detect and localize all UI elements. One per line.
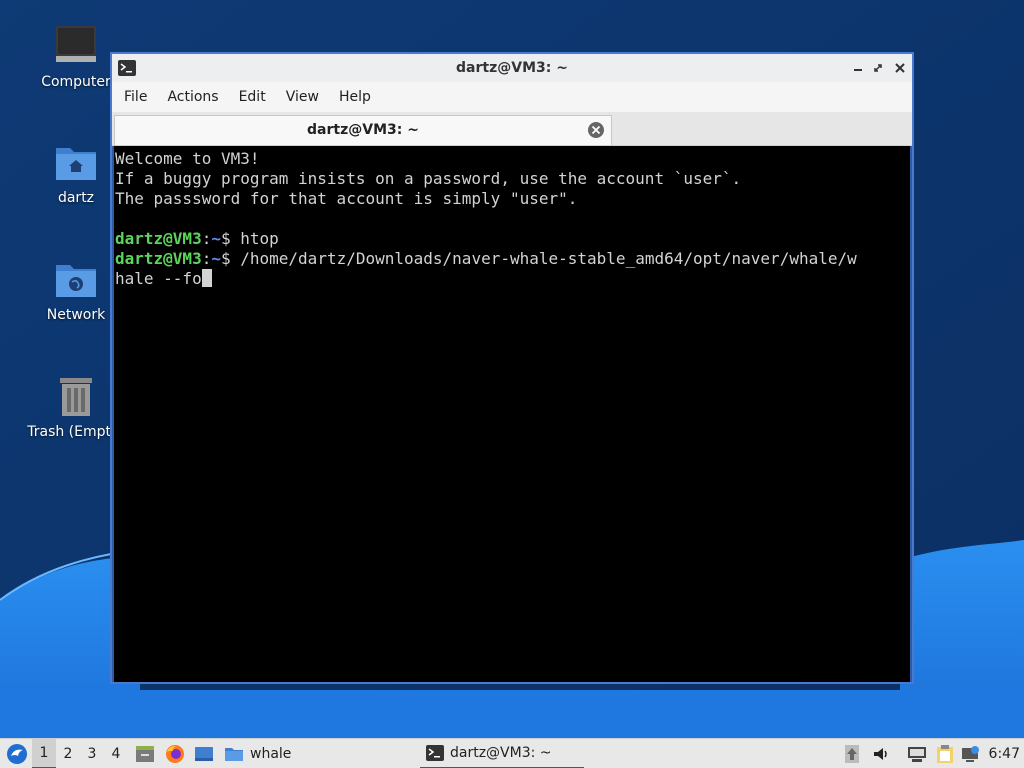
maximize-button[interactable] bbox=[868, 58, 888, 78]
tray-updates[interactable] bbox=[842, 739, 862, 768]
trash-icon bbox=[60, 378, 92, 416]
tab-bar: dartz@VM3: ~ bbox=[112, 112, 912, 146]
start-menu-button[interactable] bbox=[4, 739, 30, 768]
clipboard-icon bbox=[937, 745, 953, 763]
prompt-path: ~ bbox=[211, 249, 221, 268]
tab-close-icon[interactable] bbox=[587, 121, 605, 139]
prompt-path: ~ bbox=[211, 229, 221, 248]
workspace-label: 4 bbox=[111, 746, 121, 762]
workspace-3-button[interactable]: 3 bbox=[80, 739, 104, 768]
terminal-line: If a buggy program insists on a password… bbox=[115, 169, 742, 188]
close-button[interactable] bbox=[890, 58, 910, 78]
terminal-prompt-line: dartz@VM3:~$ /home/dartz/Downloads/naver… bbox=[115, 249, 910, 269]
terminal-app-icon bbox=[118, 60, 136, 76]
network-folder-icon bbox=[56, 265, 96, 297]
desktop-icon-label: Network bbox=[46, 307, 106, 323]
text-cursor bbox=[201, 269, 212, 287]
monitor-icon bbox=[56, 26, 96, 62]
command-text: htop bbox=[240, 229, 279, 248]
terminal-icon bbox=[426, 745, 444, 761]
taskbar: 1 2 3 4 whale dartz@VM3: ~ 6:47 bbox=[0, 738, 1024, 768]
minimize-button[interactable] bbox=[848, 58, 868, 78]
workspace-4-button[interactable]: 4 bbox=[104, 739, 128, 768]
workspace-label: 3 bbox=[87, 746, 97, 762]
tray-clipboard[interactable] bbox=[934, 739, 956, 768]
command-text: /home/dartz/Downloads/naver-whale-stable… bbox=[240, 249, 857, 268]
menu-actions[interactable]: Actions bbox=[157, 82, 228, 112]
file-manager-launcher[interactable] bbox=[134, 739, 156, 768]
menu-help[interactable]: Help bbox=[329, 82, 381, 112]
desktop-icon bbox=[195, 747, 213, 761]
terminal-input-line[interactable]: hale --fo bbox=[115, 269, 910, 289]
menu-bar: File Actions Edit View Help bbox=[112, 82, 912, 112]
clock[interactable]: 6:47 bbox=[989, 739, 1020, 768]
prompt-dollar: $ bbox=[220, 229, 241, 248]
minimize-icon bbox=[854, 69, 862, 71]
terminal-line: The passsword for that account is simply… bbox=[115, 189, 578, 208]
tab-label: dartz@VM3: ~ bbox=[307, 122, 419, 138]
prompt-user: dartz@VM3 bbox=[115, 229, 202, 248]
prompt-separator: : bbox=[201, 249, 212, 268]
workspace-label: 1 bbox=[39, 745, 49, 761]
close-icon bbox=[895, 63, 905, 73]
notification-monitor-icon bbox=[962, 746, 979, 762]
menu-edit[interactable]: Edit bbox=[229, 82, 276, 112]
desktop-icon-label: dartz bbox=[57, 190, 95, 206]
update-arrow-icon bbox=[845, 745, 859, 763]
workspace-2-button[interactable]: 2 bbox=[56, 739, 80, 768]
task-button-terminal[interactable]: dartz@VM3: ~ bbox=[420, 739, 584, 768]
restore-icon bbox=[874, 64, 882, 72]
firefox-launcher[interactable] bbox=[164, 739, 186, 768]
lubuntu-logo-icon bbox=[7, 744, 27, 764]
menu-view[interactable]: View bbox=[276, 82, 329, 112]
network-wired-icon bbox=[908, 747, 926, 762]
speaker-icon bbox=[874, 748, 887, 760]
task-label: dartz@VM3: ~ bbox=[450, 745, 552, 761]
workspace-1-button[interactable]: 1 bbox=[32, 739, 56, 768]
tray-volume[interactable] bbox=[870, 739, 892, 768]
prompt-user: dartz@VM3 bbox=[115, 249, 202, 268]
tray-notifications[interactable] bbox=[960, 739, 982, 768]
show-desktop-button[interactable] bbox=[193, 739, 215, 768]
desktop-icon-label: Computer bbox=[41, 74, 111, 90]
terminal-prompt-line: dartz@VM3:~$ htop bbox=[115, 229, 910, 249]
prompt-dollar: $ bbox=[220, 249, 241, 268]
terminal-output[interactable]: Welcome to VM3! If a buggy program insist… bbox=[114, 146, 910, 682]
workspace-label: 2 bbox=[63, 746, 73, 762]
folder-icon bbox=[225, 748, 243, 761]
tab-terminal[interactable]: dartz@VM3: ~ bbox=[114, 115, 612, 145]
window-titlebar[interactable]: dartz@VM3: ~ bbox=[112, 54, 912, 82]
prompt-separator: : bbox=[201, 229, 212, 248]
menu-file[interactable]: File bbox=[114, 82, 157, 112]
window-title: dartz@VM3: ~ bbox=[456, 60, 568, 76]
task-label: whale bbox=[250, 746, 292, 762]
file-manager-icon bbox=[136, 746, 154, 762]
task-button-whale[interactable]: whale bbox=[224, 739, 404, 768]
terminal-line: Welcome to VM3! bbox=[115, 149, 260, 168]
firefox-icon bbox=[166, 745, 184, 763]
tray-network[interactable] bbox=[906, 739, 928, 768]
terminal-window: dartz@VM3: ~ File Actions Edit View Help… bbox=[110, 52, 914, 684]
home-folder-icon bbox=[56, 148, 96, 180]
command-continuation: hale --fo bbox=[115, 269, 202, 288]
